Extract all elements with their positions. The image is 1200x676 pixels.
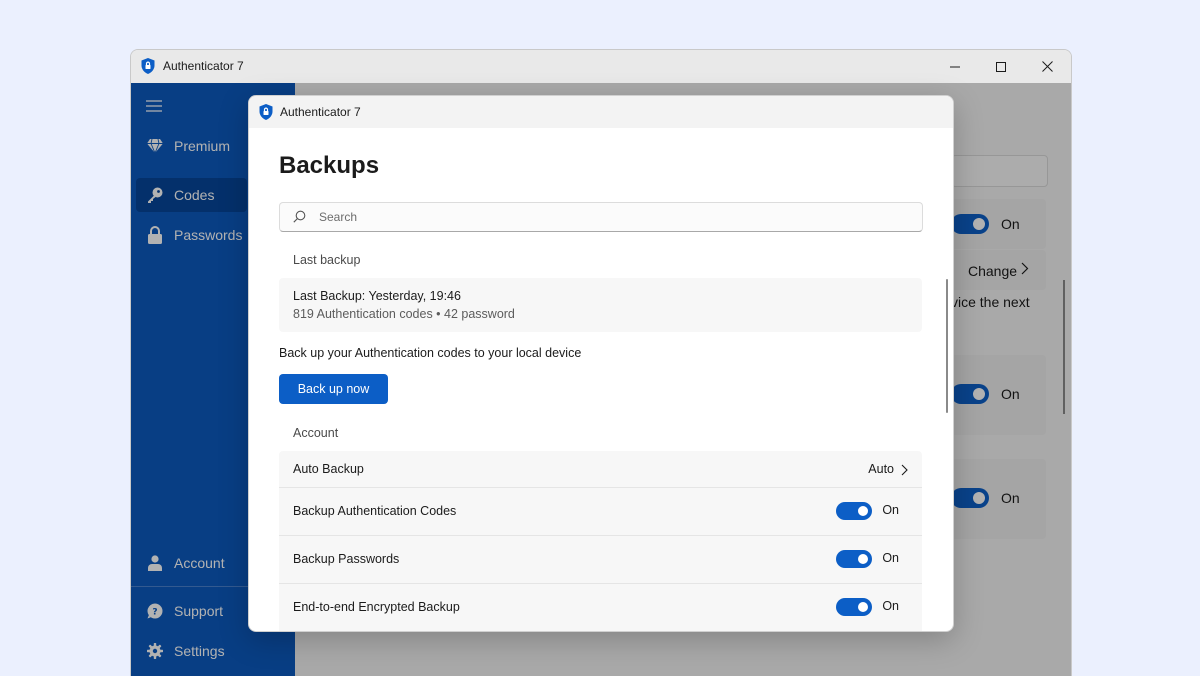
search-icon (293, 210, 306, 228)
backup-codes-row: Backup Authentication Codes On (279, 488, 922, 535)
maximize-button[interactable] (978, 50, 1024, 83)
last-backup-details: 819 Authentication codes • 42 password (293, 307, 515, 321)
last-backup-time: Last Backup: Yesterday, 19:46 (293, 289, 461, 303)
backup-passwords-row: Backup Passwords On (279, 536, 922, 583)
search-placeholder: Search (319, 210, 358, 224)
last-backup-card: Last Backup: Yesterday, 19:46 819 Authen… (279, 278, 922, 332)
chevron-right-icon (901, 463, 908, 481)
encrypted-backup-row: End-to-end Encrypted Backup On (279, 584, 922, 631)
backup-codes-toggle[interactable] (836, 502, 872, 520)
auto-backup-label: Auto Backup (293, 462, 364, 476)
dialog-title-bar: Authenticator 7 (249, 96, 953, 128)
close-icon (1041, 61, 1053, 72)
shield-lock-icon (259, 104, 273, 125)
close-button[interactable] (1024, 50, 1070, 83)
backup-description: Back up your Authentication codes to you… (279, 346, 582, 360)
backup-passwords-label: Backup Passwords (293, 552, 400, 566)
backups-dialog: Authenticator 7 Backups Search Last back… (248, 95, 954, 632)
shield-lock-icon (141, 58, 155, 79)
section-label-account: Account (293, 426, 339, 440)
window-title: Authenticator 7 (163, 59, 244, 73)
auto-backup-row[interactable]: Auto Backup Auto (279, 451, 922, 487)
search-input[interactable]: Search (279, 202, 923, 232)
dialog-scrollbar[interactable] (946, 279, 948, 413)
back-up-now-button[interactable]: Back up now (279, 374, 388, 404)
dialog-title: Authenticator 7 (280, 105, 361, 119)
maximize-icon (996, 61, 1006, 72)
minimize-icon (950, 66, 960, 67)
backup-passwords-toggle[interactable] (836, 550, 872, 568)
minimize-button[interactable] (932, 50, 978, 83)
toggle-state: On (882, 599, 899, 613)
encrypted-backup-toggle[interactable] (836, 598, 872, 616)
backup-codes-label: Backup Authentication Codes (293, 504, 457, 518)
encrypted-backup-label: End-to-end Encrypted Backup (293, 600, 460, 614)
section-label-last-backup: Last backup (293, 253, 361, 267)
auto-backup-value: Auto (868, 462, 894, 476)
page-title: Backups (279, 152, 380, 179)
toggle-state: On (882, 551, 899, 565)
title-bar: Authenticator 7 (131, 50, 1071, 83)
toggle-state: On (882, 503, 899, 517)
